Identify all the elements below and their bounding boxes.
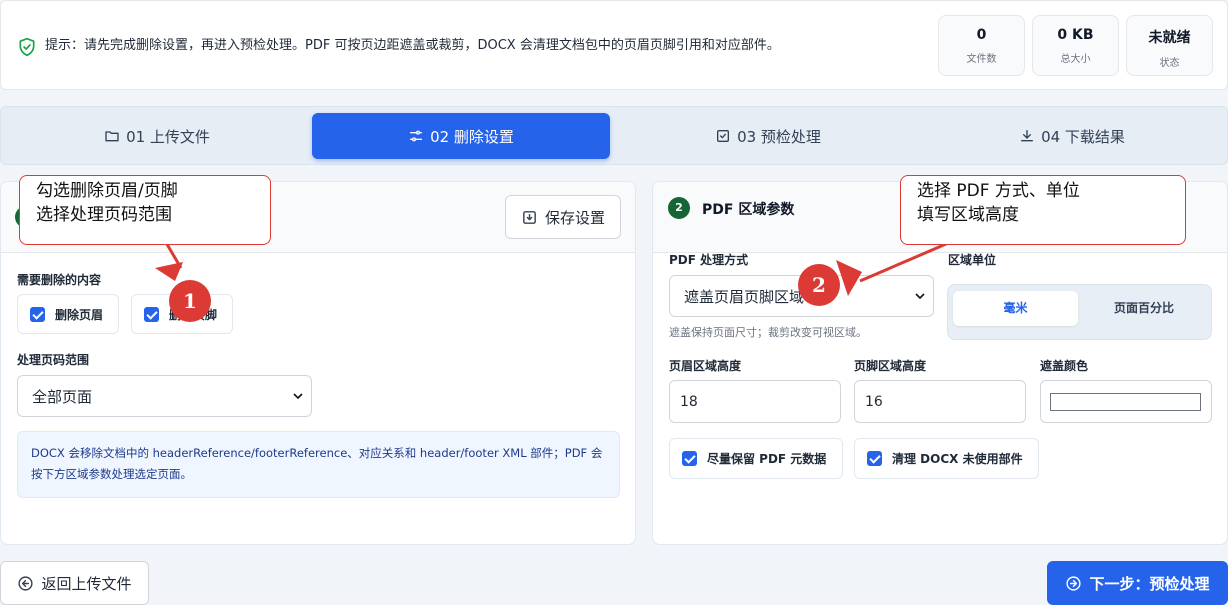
mode-label: PDF 处理方式	[669, 253, 749, 267]
stat-file-count: 0 文件数	[938, 15, 1025, 76]
annotation-callout-2: 选择 PDF 方式、单位 填写区域高度	[900, 175, 1186, 245]
callout-line: 选择 PDF 方式、单位	[917, 181, 1080, 201]
callout-line: 选择处理页码范围	[36, 205, 172, 225]
footer-height-input[interactable]: 16	[854, 380, 1026, 423]
header-height-input[interactable]: 18	[669, 380, 841, 423]
next-label: 下一步：预检处理	[1089, 574, 1210, 593]
callout-line: 勾选删除页眉/页脚	[36, 181, 178, 201]
checkbox-checked	[144, 306, 159, 322]
next-step-button[interactable]: 下一步：预检处理	[1047, 561, 1228, 605]
check-square-icon	[717, 130, 730, 142]
select-value: 遮盖页眉页脚区域	[684, 287, 805, 306]
unit-segmented-control: 毫米 页面百分比	[947, 284, 1212, 340]
back-button[interactable]: 返回上传文件	[0, 561, 149, 605]
callout-line: 填写区域高度	[917, 205, 1019, 225]
back-label: 返回上传文件	[41, 574, 132, 593]
stat-status: 未就绪 状态	[1126, 15, 1213, 76]
arrow-left-circle-icon	[18, 575, 34, 591]
panel-title: PDF 区域参数	[702, 202, 795, 218]
info-box: DOCX 会移除文档中的 headerReference/footerRefer…	[17, 431, 620, 498]
checkbox-label: 删除页眉	[55, 307, 104, 322]
content-label: 需要删除的内容	[17, 273, 102, 287]
unit-option-mm[interactable]: 毫米	[953, 291, 1078, 326]
save-icon	[523, 210, 536, 224]
sliders-icon	[410, 130, 423, 142]
save-settings-label: 保存设置	[544, 208, 605, 227]
keep-pdf-metadata-checkbox[interactable]: 尽量保留 PDF 元数据	[669, 438, 843, 479]
stat-total-size: 0 KB 总大小	[1032, 15, 1119, 76]
annotation-marker-1: 1	[169, 280, 211, 322]
checkbox-label: 尽量保留 PDF 元数据	[707, 452, 827, 466]
tab-download[interactable]: 04 下载结果	[923, 113, 1221, 159]
folder-icon	[105, 131, 119, 142]
stat-label: 状态	[1159, 58, 1180, 69]
tab-precheck[interactable]: 03 预检处理	[619, 113, 917, 159]
tab-delete-settings[interactable]: 02 删除设置	[312, 113, 610, 159]
mode-hint: 遮盖保持页面尺寸；裁剪改变可视区域。	[669, 326, 867, 339]
chevron-down-icon	[915, 293, 925, 299]
color-swatch	[1050, 393, 1201, 411]
tab-label: 01 上传文件	[126, 127, 210, 146]
select-value: 全部页面	[32, 387, 93, 406]
checkbox-label: 清理 DOCX 未使用部件	[892, 452, 1023, 466]
stat-value: 未就绪	[1148, 30, 1191, 46]
notice-text: 提示：请先完成删除设置，再进入预检处理。PDF 可按页边距遮盖或裁剪，DOCX …	[45, 38, 780, 53]
shield-check-icon	[19, 37, 35, 57]
tab-label: 04 下载结果	[1041, 127, 1125, 146]
stat-value: 0	[976, 27, 987, 43]
arrow-right-circle-icon	[1066, 575, 1082, 591]
annotation-callout-1: 勾选删除页眉/页脚 选择处理页码范围	[19, 175, 271, 245]
stat-label: 文件数	[966, 54, 997, 65]
stat-value: 0 KB	[1057, 27, 1094, 43]
section-badge: 2	[668, 197, 690, 219]
annotation-marker-2: 2	[798, 264, 840, 306]
mask-color-label: 遮盖颜色	[1040, 359, 1089, 373]
download-icon	[1021, 130, 1034, 142]
mask-color-picker[interactable]	[1040, 380, 1212, 423]
unit-label: 区域单位	[948, 253, 997, 267]
checkbox-checked	[682, 451, 697, 466]
checkbox-checked	[867, 451, 882, 466]
header-height-label: 页眉区域高度	[669, 359, 742, 373]
chevron-down-icon	[293, 393, 303, 399]
stat-label: 总大小	[1060, 54, 1091, 65]
tab-label: 03 预检处理	[737, 127, 821, 146]
step-tabs: 01 上传文件 02 删除设置 03 预检处理 04 下载结果	[0, 106, 1228, 165]
footer-height-label: 页脚区域高度	[854, 359, 927, 373]
save-settings-button[interactable]: 保存设置	[505, 195, 621, 239]
page-range-select[interactable]: 全部页面	[17, 375, 312, 417]
tab-upload[interactable]: 01 上传文件	[8, 113, 306, 159]
page-range-label: 处理页码范围	[17, 353, 90, 367]
clean-docx-checkbox[interactable]: 清理 DOCX 未使用部件	[854, 438, 1039, 479]
unit-option-percent[interactable]: 页面百分比	[1081, 291, 1207, 326]
tab-label: 02 删除设置	[430, 127, 514, 146]
checkbox-checked	[30, 306, 45, 322]
delete-header-checkbox[interactable]: 删除页眉	[17, 294, 119, 334]
notice-bar: 提示：请先完成删除设置，再进入预检处理。PDF 可按页边距遮盖或裁剪，DOCX …	[0, 0, 1228, 90]
